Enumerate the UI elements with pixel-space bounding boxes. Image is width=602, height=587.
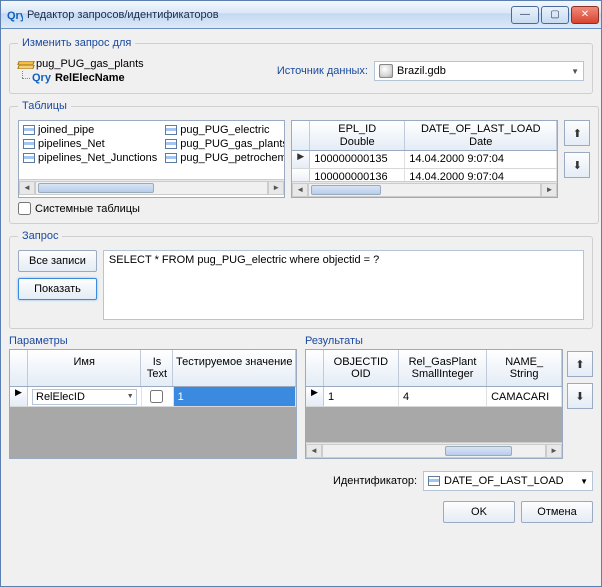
param-istext-checkbox[interactable] bbox=[150, 390, 163, 403]
col-header[interactable]: NAME_String bbox=[487, 350, 562, 386]
move-down-button[interactable]: ⬇ bbox=[567, 383, 593, 409]
layer-tree[interactable]: pug_PUG_gas_plants Qry RelElecName bbox=[18, 57, 271, 85]
tree-child-label: RelElecName bbox=[55, 72, 125, 84]
identifier-value: DATE_OF_LAST_LOAD bbox=[444, 475, 564, 487]
results-legend: Результаты bbox=[305, 335, 563, 347]
row-indicator-icon: ▶ bbox=[10, 387, 28, 406]
scroll-right-icon[interactable]: ► bbox=[546, 444, 562, 458]
scroll-left-icon[interactable]: ◄ bbox=[306, 444, 322, 458]
scroll-thumb[interactable] bbox=[311, 185, 380, 195]
arrow-up-icon: ⬆ bbox=[573, 127, 582, 140]
query-editor-window: Qry Редактор запросов/идентификаторов — … bbox=[0, 0, 602, 587]
minimize-button[interactable]: — bbox=[511, 6, 539, 24]
col-header[interactable]: Тестируемое значение bbox=[173, 350, 296, 386]
tree-child-item[interactable]: Qry RelElecName bbox=[32, 71, 271, 85]
svg-text:Qry: Qry bbox=[7, 10, 23, 22]
system-tables-label: Системные таблицы bbox=[35, 203, 140, 215]
table-icon bbox=[23, 125, 35, 135]
query-legend: Запрос bbox=[18, 230, 62, 242]
scroll-left-icon[interactable]: ◄ bbox=[292, 183, 308, 197]
scroll-thumb[interactable] bbox=[38, 183, 154, 193]
window-title: Редактор запросов/идентификаторов bbox=[27, 9, 511, 21]
table-icon bbox=[165, 139, 177, 149]
row-indicator-icon: ▶ bbox=[292, 151, 310, 168]
chevron-down-icon: ▼ bbox=[127, 393, 134, 400]
results-hscroll[interactable]: ◄ ► bbox=[306, 442, 562, 458]
change-query-for-legend: Изменить запрос для bbox=[18, 37, 135, 49]
sql-textarea[interactable]: SELECT * FROM pug_PUG_electric where obj… bbox=[103, 250, 584, 320]
ok-button[interactable]: OK bbox=[443, 501, 515, 523]
results-grid[interactable]: OBJECTIDOID Rel_GasPlantSmallInteger NAM… bbox=[305, 349, 563, 459]
arrow-up-icon: ⬆ bbox=[575, 358, 584, 371]
table-icon bbox=[165, 153, 177, 163]
move-up-button[interactable]: ⬆ bbox=[567, 351, 593, 377]
move-down-button[interactable]: ⬇ bbox=[564, 152, 590, 178]
show-button[interactable]: Показать bbox=[18, 278, 97, 300]
qry-prefix: Qry bbox=[32, 72, 51, 84]
table-item[interactable]: pipelines_Net bbox=[21, 137, 159, 151]
chevron-down-icon: ▼ bbox=[571, 67, 579, 76]
grid-row[interactable]: ▶ 100000000135 14.04.2000 9:07:04 bbox=[292, 151, 557, 169]
close-button[interactable]: ✕ bbox=[571, 6, 599, 24]
change-query-for-group: Изменить запрос для pug_PUG_gas_plants Q… bbox=[9, 37, 593, 94]
geodatabase-icon bbox=[379, 64, 393, 78]
params-legend: Параметры bbox=[9, 335, 297, 347]
titlebar[interactable]: Qry Редактор запросов/идентификаторов — … bbox=[1, 1, 601, 29]
cancel-button[interactable]: Отмена bbox=[521, 501, 593, 523]
scroll-right-icon[interactable]: ► bbox=[541, 183, 557, 197]
table-item[interactable]: pug_PUG_gas_plants bbox=[163, 137, 285, 151]
app-qry-icon: Qry bbox=[7, 7, 23, 23]
scroll-right-icon[interactable]: ► bbox=[268, 181, 284, 195]
system-tables-checkbox[interactable]: Системные таблицы bbox=[18, 202, 590, 215]
param-name-combo[interactable]: RelElecID ▼ bbox=[32, 389, 137, 405]
table-icon bbox=[23, 153, 35, 163]
system-tables-input[interactable] bbox=[18, 202, 31, 215]
chevron-down-icon: ▼ bbox=[580, 477, 588, 486]
table-item[interactable]: pug_PUG_petrochem_… bbox=[163, 151, 285, 165]
table-item[interactable]: joined_pipe bbox=[21, 123, 159, 137]
tables-hscroll[interactable]: ◄ ► bbox=[19, 179, 284, 195]
query-group: Запрос Все записи Показать SELECT * FROM… bbox=[9, 230, 593, 329]
tree-root-item[interactable]: pug_PUG_gas_plants bbox=[18, 57, 271, 71]
col-header[interactable]: DATE_OF_LAST_LOADDate bbox=[405, 121, 557, 150]
arrow-down-icon: ⬇ bbox=[575, 390, 584, 403]
col-header[interactable]: Имя bbox=[28, 350, 141, 386]
table-icon bbox=[23, 139, 35, 149]
col-header[interactable]: OBJECTIDOID bbox=[324, 350, 399, 386]
fields-preview-grid[interactable]: EPL_IDDouble DATE_OF_LAST_LOADDate ▶ 100… bbox=[291, 120, 558, 198]
col-header[interactable]: EPL_IDDouble bbox=[310, 121, 405, 150]
tables-group: Таблицы joined_pipe pipelines_Net pipeli… bbox=[9, 100, 599, 224]
layer-icon bbox=[18, 59, 32, 69]
sql-text: SELECT * FROM pug_PUG_electric where obj… bbox=[109, 254, 379, 266]
params-grid[interactable]: Имя Is Text Тестируемое значение ▶ RelEl… bbox=[9, 349, 297, 459]
maximize-button[interactable]: ▢ bbox=[541, 6, 569, 24]
col-header[interactable]: Is Text bbox=[141, 350, 173, 386]
datasource-combo[interactable]: Brazil.gdb ▼ bbox=[374, 61, 584, 81]
param-row[interactable]: ▶ RelElecID ▼ 1 bbox=[10, 387, 296, 407]
result-row[interactable]: ▶ 1 4 CAMACARI bbox=[306, 387, 562, 407]
col-header[interactable]: Rel_GasPlantSmallInteger bbox=[399, 350, 488, 386]
arrow-down-icon: ⬇ bbox=[573, 159, 582, 172]
identifier-combo[interactable]: DATE_OF_LAST_LOAD ▼ bbox=[423, 471, 593, 491]
table-icon bbox=[428, 476, 440, 486]
scroll-left-icon[interactable]: ◄ bbox=[19, 181, 35, 195]
tables-listbox[interactable]: joined_pipe pipelines_Net pipelines_Net_… bbox=[18, 120, 285, 198]
move-up-button[interactable]: ⬆ bbox=[564, 120, 590, 146]
table-icon bbox=[165, 125, 177, 135]
param-testval-cell[interactable]: 1 bbox=[174, 387, 296, 406]
preview-hscroll[interactable]: ◄ ► bbox=[292, 181, 557, 197]
datasource-label: Источник данных: bbox=[277, 65, 368, 77]
tree-root-label: pug_PUG_gas_plants bbox=[36, 58, 144, 70]
datasource-value: Brazil.gdb bbox=[397, 65, 446, 77]
table-item[interactable]: pipelines_Net_Junctions bbox=[21, 151, 159, 165]
scroll-thumb[interactable] bbox=[445, 446, 512, 456]
grid-row[interactable]: 100000000136 14.04.2000 9:07:04 bbox=[292, 169, 557, 181]
table-item[interactable]: pug_PUG_electric bbox=[163, 123, 285, 137]
all-records-button[interactable]: Все записи bbox=[18, 250, 97, 272]
row-indicator-icon: ▶ bbox=[306, 387, 324, 406]
identifier-label: Идентификатор: bbox=[333, 475, 417, 487]
tables-legend: Таблицы bbox=[18, 100, 71, 112]
